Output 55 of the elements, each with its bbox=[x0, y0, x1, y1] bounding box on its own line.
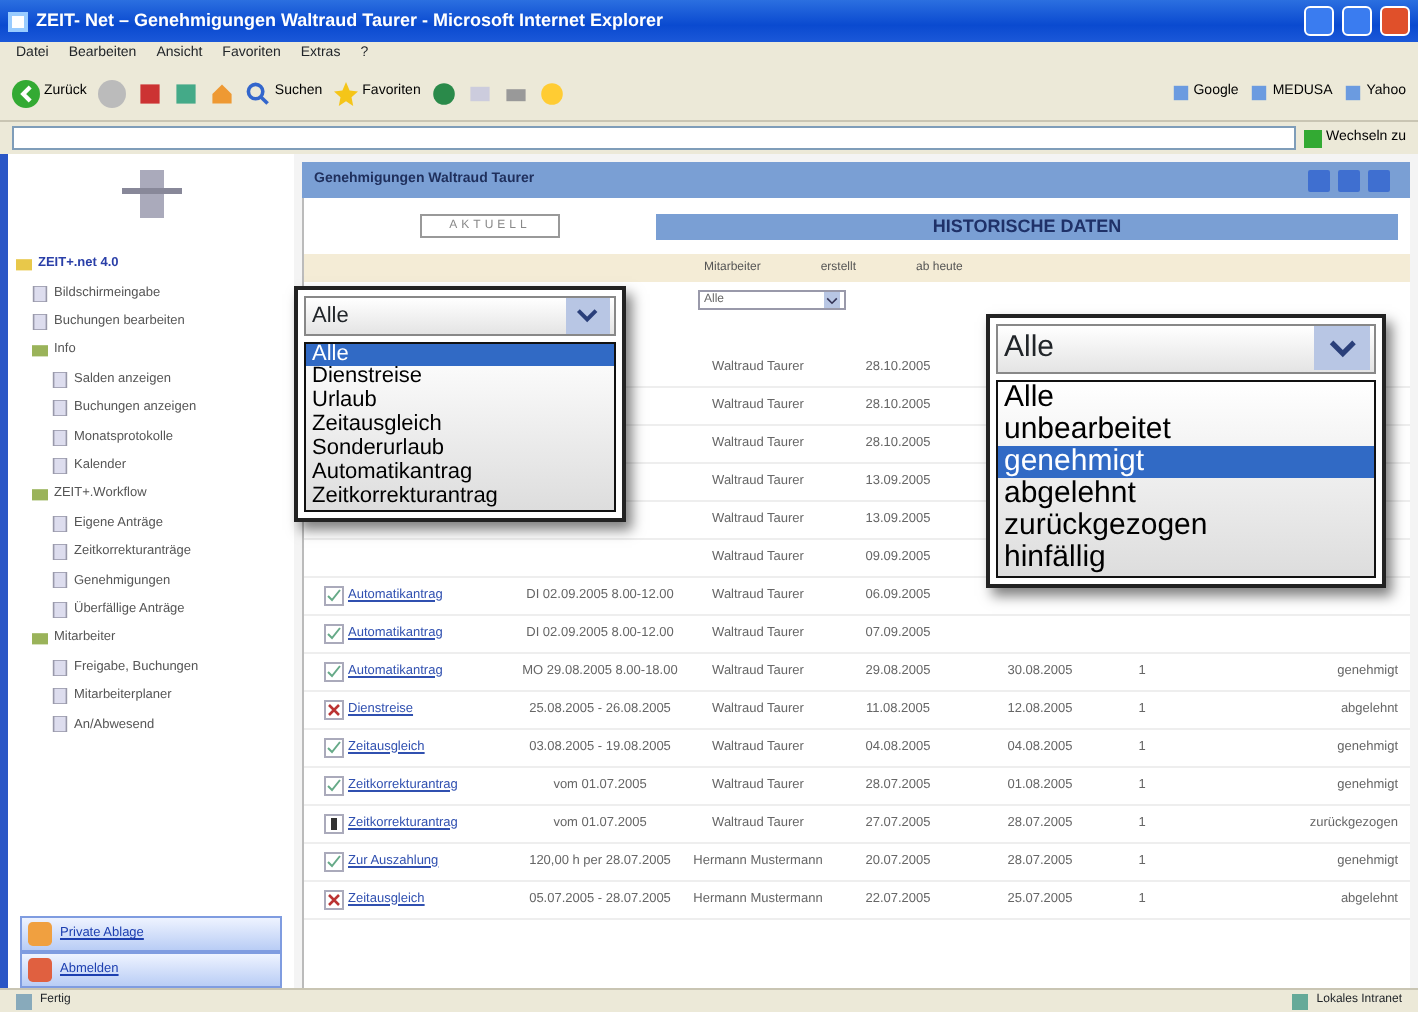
home-icon[interactable] bbox=[210, 81, 235, 105]
select-field[interactable]: Alle bbox=[996, 324, 1376, 373]
check-icon bbox=[324, 624, 344, 644]
star-icon bbox=[334, 81, 359, 105]
mail-icon[interactable] bbox=[468, 81, 493, 105]
dropdown-option[interactable]: genehmigt bbox=[998, 445, 1374, 479]
section-header: HISTORISCHE DATEN bbox=[656, 213, 1398, 239]
check-icon bbox=[324, 852, 344, 872]
dropdown-option[interactable]: Urlaub bbox=[306, 390, 614, 415]
folder-icon bbox=[32, 342, 48, 359]
page-icon bbox=[1171, 84, 1190, 102]
page-icon bbox=[1250, 84, 1269, 102]
maximize-button[interactable] bbox=[1342, 6, 1372, 36]
refresh-icon[interactable] bbox=[174, 81, 199, 105]
app-icon bbox=[8, 11, 28, 31]
check-icon bbox=[324, 738, 344, 758]
caret-icon bbox=[574, 304, 602, 327]
help-icon[interactable] bbox=[1368, 169, 1390, 191]
folder-icon bbox=[16, 256, 32, 273]
dropdown-option[interactable]: Dienstreise bbox=[306, 366, 614, 391]
close-button[interactable] bbox=[1380, 6, 1410, 36]
dropdown-option[interactable]: abgelehnt bbox=[998, 478, 1374, 511]
dropdown-option[interactable]: Zeitausgleich bbox=[306, 414, 614, 439]
window-title: ZEIT- Net – Genehmigungen Waltraud Taurer - Microsoft Internet Explorer bbox=[36, 7, 666, 34]
search-icon bbox=[246, 81, 271, 105]
stop-icon[interactable] bbox=[138, 81, 163, 105]
print-icon[interactable] bbox=[1308, 169, 1330, 191]
bin-icon bbox=[324, 814, 344, 834]
check-icon bbox=[324, 662, 344, 682]
dropdown-option[interactable]: Alle bbox=[306, 343, 614, 367]
history-icon[interactable] bbox=[432, 81, 457, 105]
dropdown-option[interactable]: Automatikantrag bbox=[306, 461, 614, 486]
folder-icon bbox=[32, 630, 48, 647]
dropdown-option[interactable]: Zeitkorrekturantrag bbox=[306, 485, 614, 510]
dropdown-option[interactable]: Alle bbox=[998, 381, 1374, 414]
dropdown-option[interactable]: hinfällig bbox=[998, 542, 1374, 576]
page-icon bbox=[16, 993, 32, 1009]
dropdown-option[interactable]: zurückgezogen bbox=[998, 510, 1374, 543]
dropdown-option[interactable]: Sonderurlaub bbox=[306, 438, 614, 462]
info-icon[interactable] bbox=[1338, 169, 1360, 191]
cross-icon bbox=[324, 890, 344, 910]
folder-icon bbox=[32, 486, 48, 503]
page-icon bbox=[1344, 84, 1363, 102]
folder-icon bbox=[28, 922, 52, 946]
messenger-icon[interactable] bbox=[540, 81, 565, 105]
address-field[interactable] bbox=[12, 126, 1297, 150]
cross-icon bbox=[324, 700, 344, 720]
check-icon bbox=[324, 776, 344, 796]
select-field[interactable]: Alle bbox=[304, 296, 616, 336]
check-icon bbox=[324, 586, 344, 606]
minimize-button[interactable] bbox=[1304, 6, 1334, 36]
intranet-icon bbox=[1292, 993, 1309, 1009]
caret-icon bbox=[824, 292, 840, 308]
power-icon bbox=[28, 958, 52, 982]
dropdown-option[interactable]: unbearbeitet bbox=[998, 413, 1374, 446]
